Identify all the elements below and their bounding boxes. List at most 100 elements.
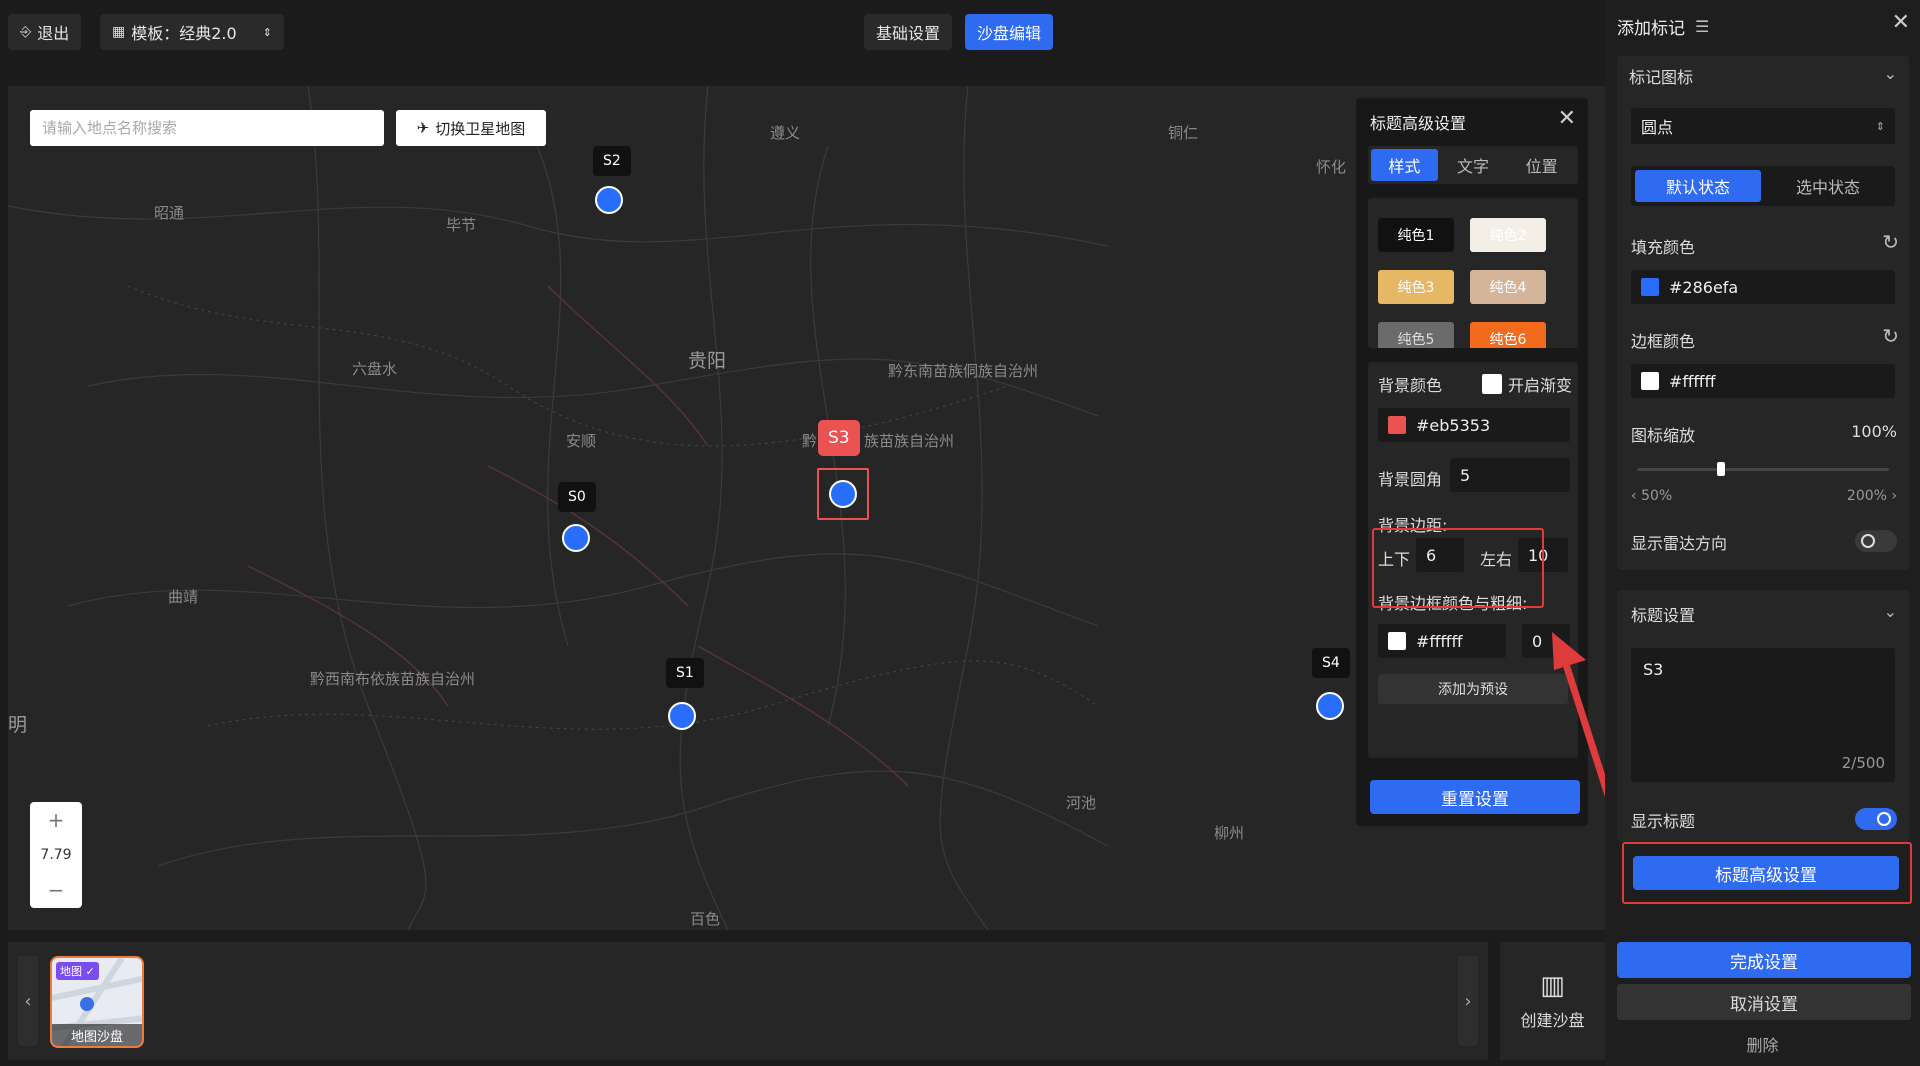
border-color-chip bbox=[1641, 372, 1659, 390]
popup-tabs: 样式 文字 位置 bbox=[1368, 146, 1578, 184]
collapse-chevron-icon[interactable]: ⌄ bbox=[1884, 64, 1897, 83]
title-textarea[interactable]: S3 2/500 bbox=[1631, 648, 1895, 782]
map-book-icon: ▥ bbox=[1540, 971, 1565, 1001]
sandbox-edit-tab[interactable]: 沙盘编辑 bbox=[965, 14, 1054, 50]
scale-max-label: 200% › bbox=[1846, 488, 1897, 504]
icon-scale-label: 图标缩放 bbox=[1631, 426, 1696, 445]
marker-dot-s2[interactable] bbox=[595, 186, 623, 214]
sandbox-thumbnail[interactable]: 地图 ✓ 地图沙盘 bbox=[50, 956, 144, 1048]
tab-text[interactable]: 文字 bbox=[1440, 149, 1507, 181]
preset-swatch-1[interactable]: 纯色1 bbox=[1378, 218, 1454, 252]
add-preset-button[interactable]: 添加为预设 bbox=[1378, 674, 1568, 704]
preset-swatch-6[interactable]: 纯色6 bbox=[1470, 322, 1546, 348]
preset-swatch-5[interactable]: 纯色5 bbox=[1378, 322, 1454, 348]
preset-swatch-2[interactable]: 纯色2 bbox=[1470, 218, 1546, 252]
icon-settings-section: 标记图标 ⌄ 圆点 ⇕ 默认状态 选中状态 填充颜色 ↻ #286efa 边框颜… bbox=[1617, 56, 1909, 570]
radar-toggle[interactable] bbox=[1855, 530, 1897, 552]
exit-button[interactable]: ⎆ 退出 bbox=[8, 14, 82, 50]
place-kunming-partial: 明 bbox=[8, 714, 28, 736]
marker-dot-s4[interactable] bbox=[1316, 692, 1344, 720]
icon-type-select[interactable]: 圆点 ⇕ bbox=[1631, 108, 1895, 144]
border-color-label: 边框颜色 bbox=[1631, 332, 1696, 351]
fill-color-field[interactable]: #286efa bbox=[1631, 270, 1895, 304]
select-arrows-icon: ⇕ bbox=[1875, 119, 1885, 133]
state-default-tab[interactable]: 默认状态 bbox=[1635, 170, 1761, 202]
radius-value: 5 bbox=[1460, 465, 1471, 485]
place-bijie: 毕节 bbox=[446, 216, 477, 234]
scale-min-label: ‹ 50% bbox=[1631, 488, 1673, 504]
title-char-count: 2/500 bbox=[1841, 754, 1885, 772]
strip-prev-button[interactable]: ‹ bbox=[18, 956, 38, 1046]
delete-link[interactable]: 删除 bbox=[1605, 1032, 1920, 1056]
strip-next-button[interactable]: › bbox=[1458, 956, 1478, 1046]
popup-title: 标题高级设置 bbox=[1370, 114, 1467, 133]
border-color-field[interactable]: #ffffff bbox=[1378, 624, 1506, 658]
preset-swatch-4[interactable]: 纯色4 bbox=[1470, 270, 1546, 304]
border-color-chip bbox=[1388, 632, 1406, 650]
bg-color-chip bbox=[1388, 416, 1406, 434]
highlight-padding-frame bbox=[1372, 528, 1544, 608]
zoom-out-button[interactable]: − bbox=[48, 880, 65, 900]
popup-close-icon[interactable]: ✕ bbox=[1558, 106, 1576, 131]
fill-color-value: #286efa bbox=[1669, 277, 1739, 297]
gradient-checkbox[interactable] bbox=[1482, 374, 1502, 394]
top-bar: ⎆ 退出 ▦ 模板：经典2.0 ⇕ 基础设置 沙盘编辑 bbox=[0, 0, 1605, 66]
thumbnail-tag: 地图 ✓ bbox=[56, 962, 99, 980]
panel-close-icon[interactable]: ✕ bbox=[1892, 10, 1910, 35]
marker-dot-s3[interactable] bbox=[829, 480, 857, 508]
marker-label-s4[interactable]: S4 bbox=[1312, 648, 1350, 678]
style-presets: 纯色1 纯色2 纯色3 纯色4 纯色5 纯色6 bbox=[1368, 198, 1578, 348]
place-baise: 百色 bbox=[690, 910, 721, 928]
place-liuzhou: 柳州 bbox=[1214, 824, 1245, 842]
gradient-label: 开启渐变 bbox=[1508, 376, 1573, 395]
preset-swatch-3[interactable]: 纯色3 bbox=[1378, 270, 1454, 304]
satellite-toggle-button[interactable]: ✈ 切换卫星地图 bbox=[396, 110, 546, 146]
advanced-title-button[interactable]: 标题高级设置 bbox=[1633, 856, 1899, 890]
icon-scale-track[interactable] bbox=[1637, 462, 1889, 476]
exit-label: 退出 bbox=[37, 24, 70, 43]
marker-label-s0[interactable]: S0 bbox=[558, 482, 596, 512]
basic-settings-tab[interactable]: 基础设置 bbox=[864, 14, 953, 50]
place-qianxinan: 黔西南布依族苗族自治州 bbox=[310, 670, 476, 688]
create-sandbox-button[interactable]: ▥ 创建沙盘 bbox=[1500, 942, 1605, 1060]
border-color-field[interactable]: #ffffff bbox=[1631, 364, 1895, 398]
template-selector[interactable]: ▦ 模板：经典2.0 ⇕ bbox=[100, 14, 284, 50]
marker-dot-s1[interactable] bbox=[668, 702, 696, 730]
border-width-value: 0 bbox=[1532, 631, 1543, 651]
title-chevron-icon[interactable]: ⌄ bbox=[1884, 602, 1897, 621]
panel-header: 添加标记 ☰ bbox=[1617, 14, 1709, 39]
fill-color-chip bbox=[1641, 278, 1659, 296]
tab-position[interactable]: 位置 bbox=[1508, 149, 1575, 181]
title-section-label: 标题设置 bbox=[1631, 606, 1696, 625]
marker-dot-s0[interactable] bbox=[562, 524, 590, 552]
fill-reset-icon[interactable]: ↻ bbox=[1882, 230, 1899, 254]
icon-scale-thumb[interactable] bbox=[1716, 462, 1725, 476]
radius-input[interactable]: 5 bbox=[1450, 458, 1570, 492]
panel-title: 添加标记 bbox=[1617, 19, 1685, 39]
place-qujing: 曲靖 bbox=[168, 588, 199, 606]
bg-color-value: #eb5353 bbox=[1416, 415, 1491, 435]
title-settings-section: 标题设置 ⌄ S3 2/500 显示标题 bbox=[1617, 590, 1909, 842]
marker-label-s2[interactable]: S2 bbox=[593, 146, 631, 176]
place-qiandongnan: 黔东南苗族侗族自治州 bbox=[888, 362, 1039, 380]
zoom-in-button[interactable]: + bbox=[48, 810, 65, 830]
place-tongren: 铜仁 bbox=[1168, 124, 1199, 142]
icon-section-label: 标记图标 bbox=[1629, 68, 1694, 87]
show-title-toggle[interactable] bbox=[1855, 808, 1897, 830]
marker-label-s1[interactable]: S1 bbox=[666, 658, 704, 688]
map-search-input[interactable] bbox=[30, 110, 384, 146]
bg-color-field[interactable]: #eb5353 bbox=[1378, 408, 1570, 442]
border-reset-icon[interactable]: ↻ bbox=[1882, 324, 1899, 348]
tab-style[interactable]: 样式 bbox=[1371, 149, 1438, 181]
satellite-button-label: 切换卫星地图 bbox=[435, 119, 526, 138]
list-indent-icon[interactable]: ☰ bbox=[1695, 17, 1709, 36]
marker-label-s3[interactable]: S3 bbox=[818, 420, 860, 456]
bg-color-label: 背景颜色 bbox=[1378, 376, 1443, 395]
place-huaihua: 怀化 bbox=[1316, 158, 1347, 176]
state-selected-tab[interactable]: 选中状态 bbox=[1765, 170, 1891, 202]
place-hechi: 河池 bbox=[1066, 794, 1097, 812]
add-marker-panel: 添加标记 ☰ ✕ 标记图标 ⌄ 圆点 ⇕ 默认状态 选中状态 填充颜色 ↻ #2… bbox=[1605, 0, 1920, 1066]
complete-settings-button[interactable]: 完成设置 bbox=[1617, 942, 1911, 978]
cancel-settings-button[interactable]: 取消设置 bbox=[1617, 984, 1911, 1020]
app-root: ⎆ 退出 ▦ 模板：经典2.0 ⇕ 基础设置 沙盘编辑 遵义 铜仁 怀化 昭通 … bbox=[0, 0, 1920, 1066]
